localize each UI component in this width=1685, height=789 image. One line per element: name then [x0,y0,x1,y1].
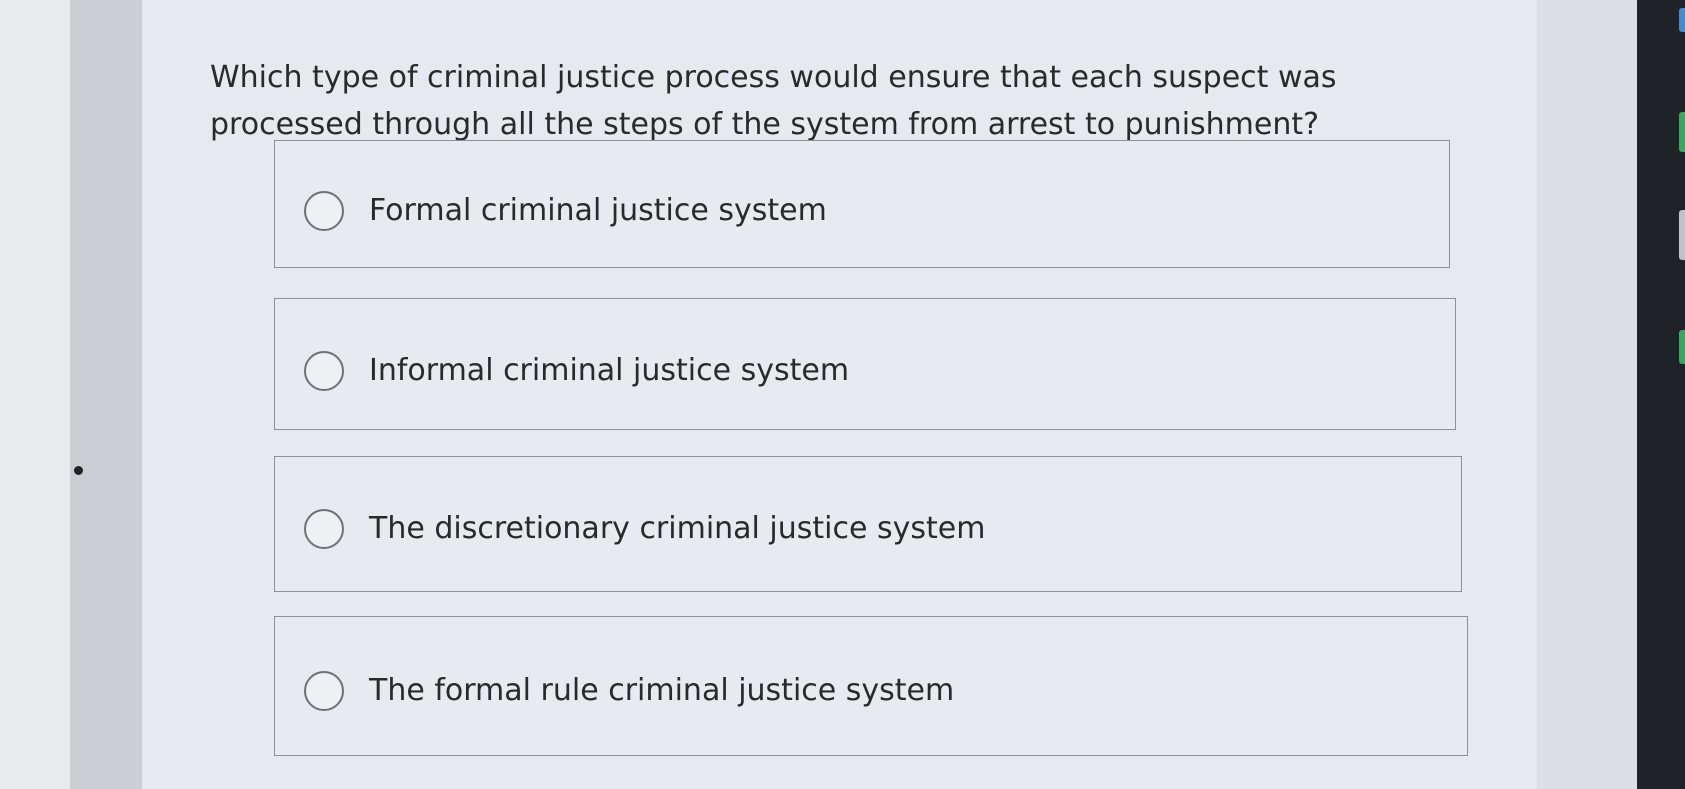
answer-option-label: The discretionary criminal justice syste… [369,511,986,546]
left-margin [0,0,70,789]
question-text: Which type of criminal justice process w… [210,60,1337,142]
radio-button[interactable] [304,191,344,231]
edge-green-indicator-2 [1679,330,1685,364]
cursor-dot [74,466,83,475]
edge-blue-indicator [1679,8,1685,32]
edge-green-indicator [1679,112,1685,152]
left-gutter [70,0,142,789]
radio-button[interactable] [304,351,344,391]
answer-option[interactable]: The discretionary criminal justice syste… [274,456,1462,592]
answer-option[interactable]: Formal criminal justice system [274,140,1450,268]
answer-option-label: The formal rule criminal justice system [369,673,955,708]
answer-option[interactable]: Informal criminal justice system [274,298,1456,430]
radio-button[interactable] [304,509,344,549]
answer-option-label: Formal criminal justice system [369,193,827,228]
answer-option-label: Informal criminal justice system [369,353,850,388]
answer-option[interactable]: The formal rule criminal justice system [274,616,1468,756]
radio-button[interactable] [304,671,344,711]
screen-edge [1637,0,1685,789]
right-margin [1537,0,1637,789]
edge-grey-indicator [1679,210,1685,260]
